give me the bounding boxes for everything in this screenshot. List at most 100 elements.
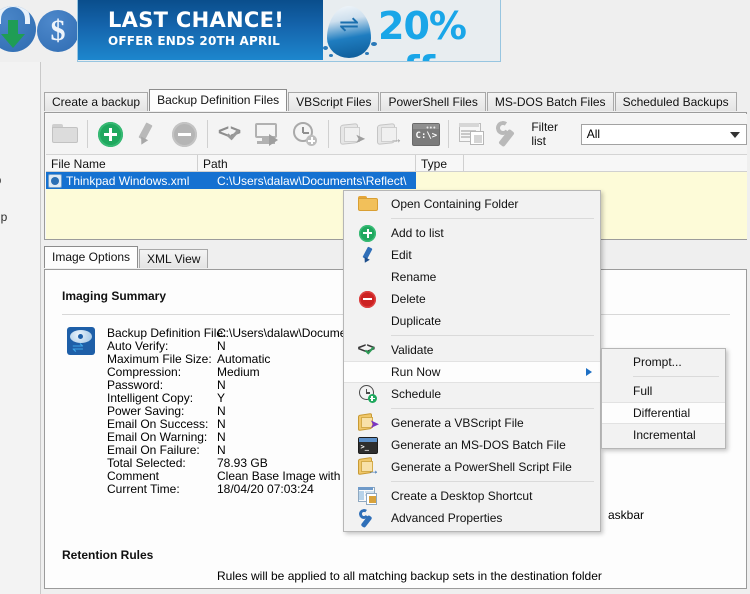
disk-image-icon: ⇌ [67, 327, 95, 355]
summary-value-total-selected: 78.93 GB [217, 456, 268, 470]
summary-key-backup-definition-file: Backup Definition File: [107, 326, 227, 340]
menu-label: Create a Desktop Shortcut [391, 489, 533, 503]
retention-rules-title: Retention Rules [62, 548, 154, 562]
menu-label: Run Now [391, 365, 441, 379]
menu-icon-slot [344, 507, 391, 529]
tab-scheduled-backups[interactable]: Scheduled Backups [614, 92, 737, 111]
file-list-header: File Name Path Type [46, 154, 747, 172]
menu-icon-slot [344, 222, 391, 244]
menu-item-edit[interactable]: Edit [344, 244, 600, 266]
run-now-button[interactable] [251, 116, 286, 152]
menu-item-create-a-desktop-shortcut[interactable]: Create a Desktop Shortcut [344, 485, 600, 507]
tab-vbscript-files[interactable]: VBScript Files [288, 92, 380, 111]
tab-xml-view[interactable]: XML View [139, 249, 209, 268]
submenu-item-incremental[interactable]: Incremental [602, 424, 725, 446]
advanced-properties-button[interactable] [491, 116, 526, 152]
generate-vbscript-button[interactable]: ➤ [334, 116, 369, 152]
open-containing-folder-button[interactable] [47, 116, 82, 152]
menu-item-validate[interactable]: < > Validate [344, 339, 600, 361]
folder-icon [357, 196, 378, 212]
table-row[interactable]: Thinkpad Windows.xml C:\Users\dalaw\Docu… [46, 172, 416, 189]
menu-label: Delete [391, 292, 426, 306]
menu-icon-slot [344, 361, 391, 383]
menu-label: Generate an MS-DOS Batch File [391, 438, 566, 452]
menu-item-rename[interactable]: Rename [344, 266, 600, 288]
summary-key-email-on-success: Email On Success: [107, 417, 209, 431]
screenshot-root: $ LAST CHANCE! OFFER ENDS 20TH APRIL ⇌ 2… [0, 0, 750, 594]
plus-circle-icon [98, 121, 124, 147]
column-header-file-name[interactable]: File Name [46, 155, 198, 172]
tab-image-options[interactable]: Image Options [44, 246, 139, 268]
msdos-batch-icon: >_ [357, 436, 378, 454]
tab-ms-dos-batch-files[interactable]: MS-DOS Batch Files [486, 92, 614, 111]
menu-item-generate-vbscript-file[interactable]: ➤ Generate a VBScript File [344, 412, 600, 434]
detail-tabstrip: Image Options XML View [44, 246, 209, 268]
menu-item-generate-msdos-batch-file[interactable]: >_ Generate an MS-DOS Batch File [344, 434, 600, 456]
menu-item-duplicate[interactable]: Duplicate [344, 310, 600, 332]
wrench-icon [357, 507, 378, 528]
menu-item-run-now[interactable]: Run Now [344, 361, 600, 383]
script-arrow-right-icon: → [376, 122, 403, 146]
tab-backup-definition-files[interactable]: Backup Definition Files [149, 89, 288, 111]
menu-label: Advanced Properties [391, 511, 503, 525]
menu-label: Open Containing Folder [391, 197, 519, 211]
summary-value-current-time: 18/04/20 07:03:24 [217, 482, 314, 496]
submenu-item-differential[interactable]: Differential [602, 402, 725, 424]
create-desktop-shortcut-button[interactable] [454, 116, 489, 152]
menu-icon-slot [344, 485, 391, 507]
clock-plus-icon [293, 122, 318, 146]
obscured-taskbar-text: askbar [608, 508, 645, 522]
column-header-type[interactable]: Type [416, 155, 464, 172]
cell-file-name: Thinkpad Windows.xml [66, 173, 190, 188]
main-tabstrip: Create a backup Backup Definition Files … [44, 89, 738, 111]
submenu-item-prompt[interactable]: Prompt... [602, 351, 725, 373]
delete-button[interactable] [167, 116, 202, 152]
toolbar-divider [207, 120, 209, 148]
submenu-item-full[interactable]: Full [602, 380, 725, 402]
add-to-list-button[interactable] [93, 116, 128, 152]
folder-icon [51, 124, 78, 144]
column-header-filler [464, 155, 747, 172]
menu-icon-slot [344, 266, 391, 288]
run-now-submenu[interactable]: Prompt... Full Differential Incremental [601, 348, 726, 449]
imaging-summary-title: Imaging Summary [62, 289, 167, 303]
filter-list-select[interactable]: All [580, 123, 747, 145]
schedule-button[interactable] [288, 116, 323, 152]
menu-item-add-to-list[interactable]: Add to list [344, 222, 600, 244]
column-header-path[interactable]: Path [198, 155, 416, 172]
menu-item-generate-powershell-script-file[interactable]: → Generate a PowerShell Script File [344, 456, 600, 478]
tab-powershell-files[interactable]: PowerShell Files [380, 92, 486, 111]
menu-item-advanced-properties[interactable]: Advanced Properties [344, 507, 600, 529]
menu-label: Edit [391, 248, 412, 262]
menu-icon-slot: → [344, 456, 391, 478]
tab-create-a-backup[interactable]: Create a backup [44, 92, 149, 111]
generate-msdos-batch-button[interactable]: ••• C:\> [408, 116, 443, 152]
menu-item-open-containing-folder[interactable]: Open Containing Folder [344, 193, 600, 215]
summary-key-compression: Compression: [107, 365, 182, 379]
minus-circle-icon [172, 121, 198, 147]
sidebar-clipped-label-2: kup [0, 173, 1, 187]
toolbar-divider [448, 120, 450, 148]
desktop-shortcut-icon [458, 122, 485, 146]
promo-panel[interactable]: LAST CHANCE! OFFER ENDS 20TH APRIL ⇌ 20%… [77, 0, 501, 62]
script-arrow-icon: ➤ [339, 122, 366, 146]
menu-label: Generate a PowerShell Script File [391, 460, 572, 474]
menu-separator [391, 481, 594, 482]
context-menu[interactable]: Open Containing Folder Add to list Edit … [343, 190, 601, 532]
menu-item-delete[interactable]: Delete [344, 288, 600, 310]
chevron-down-icon [729, 131, 740, 138]
filter-list-value: All [586, 127, 601, 141]
summary-value-email-on-failure: N [217, 443, 226, 457]
download-circle-icon [0, 6, 36, 52]
menu-item-schedule[interactable]: Schedule [344, 383, 600, 405]
minus-circle-icon [359, 290, 376, 308]
cell-path: C:\Users\dalaw\Documents\Reflect\ [217, 173, 407, 188]
validate-button[interactable]: < > [213, 116, 248, 152]
reflect-egg-logo-icon: ⇌ [321, 2, 379, 60]
summary-value-email-on-success: N [217, 417, 226, 431]
menu-icon-slot [344, 310, 391, 332]
toolbar-divider [327, 120, 329, 148]
edit-button[interactable] [130, 116, 165, 152]
generate-powershell-button[interactable]: → [371, 116, 406, 152]
dollar-circle-icon: $ [37, 10, 79, 52]
